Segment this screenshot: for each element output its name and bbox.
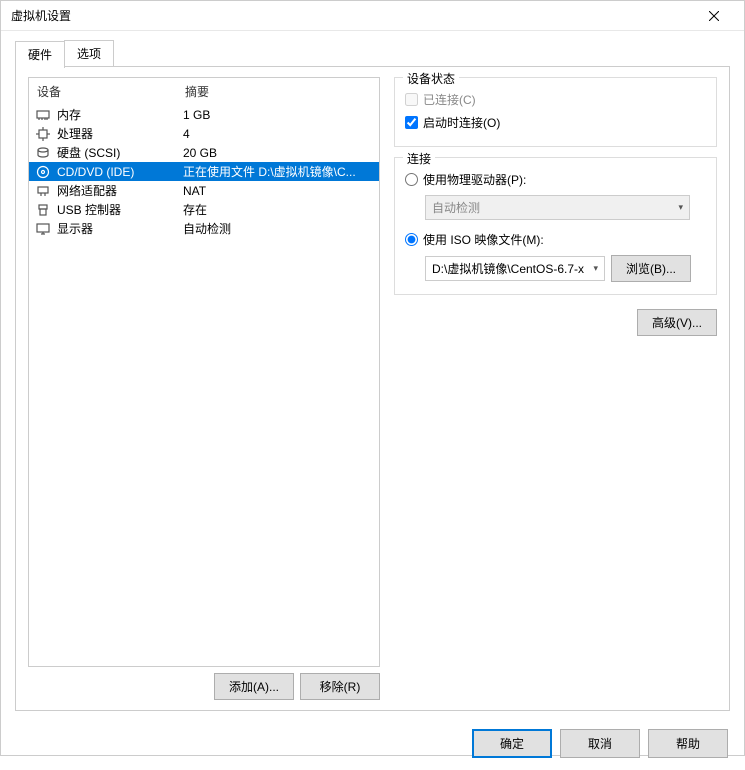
device-name-cell: 网络适配器 <box>35 182 183 199</box>
device-summary: 存在 <box>183 201 373 218</box>
connection-title: 连接 <box>403 150 435 167</box>
dialog-footer: 确定 取消 帮助 <box>1 721 744 770</box>
iso-file-radio[interactable] <box>405 233 418 246</box>
window-title: 虚拟机设置 <box>11 7 71 24</box>
device-summary: 20 GB <box>183 146 373 160</box>
device-row[interactable]: 硬盘 (SCSI) 20 GB <box>29 143 379 162</box>
device-summary: 4 <box>183 127 373 141</box>
physical-drive-label: 使用物理驱动器(P): <box>423 171 526 188</box>
close-button[interactable] <box>694 1 734 31</box>
device-summary: 1 GB <box>183 108 373 122</box>
device-row[interactable]: USB 控制器 存在 <box>29 200 379 219</box>
device-name-cell: 处理器 <box>35 125 183 142</box>
device-name-cell: 硬盘 (SCSI) <box>35 144 183 161</box>
disk-icon <box>35 145 51 161</box>
cpu-icon <box>35 126 51 142</box>
device-name: 内存 <box>57 106 81 123</box>
device-name-cell: 显示器 <box>35 220 183 237</box>
close-icon <box>709 11 719 21</box>
remove-button[interactable]: 移除(R) <box>300 673 380 700</box>
device-name: 硬盘 (SCSI) <box>57 144 120 161</box>
device-name-cell: USB 控制器 <box>35 201 183 218</box>
device-name-cell: CD/DVD (IDE) <box>35 164 183 180</box>
device-summary: 自动检测 <box>183 220 373 237</box>
physical-drive-radio[interactable] <box>405 173 418 186</box>
auto-detect-text: 自动检测 <box>432 199 480 216</box>
cd-icon <box>35 164 51 180</box>
physical-drive-row[interactable]: 使用物理驱动器(P): <box>405 168 706 191</box>
vm-settings-window: 虚拟机设置 硬件 选项 设备 摘要 内存 1 GB 处理器 <box>0 0 745 756</box>
header-summary: 摘要 <box>185 83 371 100</box>
connected-label: 已连接(C) <box>423 91 476 108</box>
iso-path-text: D:\虚拟机镜像\CentOS-6.7-x <box>432 260 584 277</box>
connect-poweron-label: 启动时连接(O) <box>423 114 500 131</box>
device-name: USB 控制器 <box>57 201 121 218</box>
network-icon <box>35 183 51 199</box>
memory-icon <box>35 107 51 123</box>
iso-file-row[interactable]: 使用 ISO 映像文件(M): <box>405 228 706 251</box>
device-list[interactable]: 设备 摘要 内存 1 GB 处理器 4 硬盘 (SCSI) 20 GB CD/D… <box>28 77 380 667</box>
right-column: 设备状态 已连接(C) 启动时连接(O) 连接 使用物理驱动器(P): <box>394 77 717 700</box>
iso-file-label: 使用 ISO 映像文件(M): <box>423 231 544 248</box>
left-column: 设备 摘要 内存 1 GB 处理器 4 硬盘 (SCSI) 20 GB CD/D… <box>28 77 380 700</box>
chevron-down-icon: ▾ <box>678 202 683 213</box>
device-buttons: 添加(A)... 移除(R) <box>28 673 380 700</box>
chevron-down-icon: ▾ <box>593 263 598 274</box>
device-row[interactable]: 网络适配器 NAT <box>29 181 379 200</box>
iso-path-combo[interactable]: D:\虚拟机镜像\CentOS-6.7-x ▾ <box>425 256 605 281</box>
device-summary: NAT <box>183 184 373 198</box>
tab-hardware[interactable]: 硬件 <box>15 41 65 68</box>
connection-group: 连接 使用物理驱动器(P): 自动检测 ▾ 使用 ISO 映像文件(M): <box>394 157 717 295</box>
device-status-title: 设备状态 <box>403 70 459 87</box>
connect-poweron-row[interactable]: 启动时连接(O) <box>405 111 706 134</box>
device-row[interactable]: 处理器 4 <box>29 124 379 143</box>
connected-checkbox <box>405 93 418 106</box>
device-name: 处理器 <box>57 125 93 142</box>
iso-path-row: D:\虚拟机镜像\CentOS-6.7-x ▾ 浏览(B)... <box>425 255 706 282</box>
advanced-row: 高级(V)... <box>394 309 717 336</box>
device-row[interactable]: 显示器 自动检测 <box>29 219 379 238</box>
titlebar: 虚拟机设置 <box>1 1 744 31</box>
connect-poweron-checkbox[interactable] <box>405 116 418 129</box>
help-button[interactable]: 帮助 <box>648 729 728 758</box>
device-row[interactable]: 内存 1 GB <box>29 105 379 124</box>
device-list-header: 设备 摘要 <box>29 78 379 105</box>
device-name: 网络适配器 <box>57 182 117 199</box>
tab-panel-hardware: 设备 摘要 内存 1 GB 处理器 4 硬盘 (SCSI) 20 GB CD/D… <box>15 66 730 711</box>
advanced-button[interactable]: 高级(V)... <box>637 309 717 336</box>
device-name-cell: 内存 <box>35 106 183 123</box>
tab-options[interactable]: 选项 <box>64 40 114 67</box>
add-button[interactable]: 添加(A)... <box>214 673 294 700</box>
dialog-body: 硬件 选项 设备 摘要 内存 1 GB 处理器 4 硬盘 (SCSI) <box>1 31 744 721</box>
tab-bar: 硬件 选项 <box>15 40 730 67</box>
browse-button[interactable]: 浏览(B)... <box>611 255 691 282</box>
header-device: 设备 <box>37 83 185 100</box>
connected-row: 已连接(C) <box>405 88 706 111</box>
physical-drive-select: 自动检测 ▾ <box>425 195 690 220</box>
device-summary: 正在使用文件 D:\虚拟机镜像\C... <box>183 163 373 180</box>
ok-button[interactable]: 确定 <box>472 729 552 758</box>
device-name: 显示器 <box>57 220 93 237</box>
device-row[interactable]: CD/DVD (IDE) 正在使用文件 D:\虚拟机镜像\C... <box>29 162 379 181</box>
device-name: CD/DVD (IDE) <box>57 165 134 179</box>
display-icon <box>35 221 51 237</box>
device-status-group: 设备状态 已连接(C) 启动时连接(O) <box>394 77 717 147</box>
cancel-button[interactable]: 取消 <box>560 729 640 758</box>
usb-icon <box>35 202 51 218</box>
